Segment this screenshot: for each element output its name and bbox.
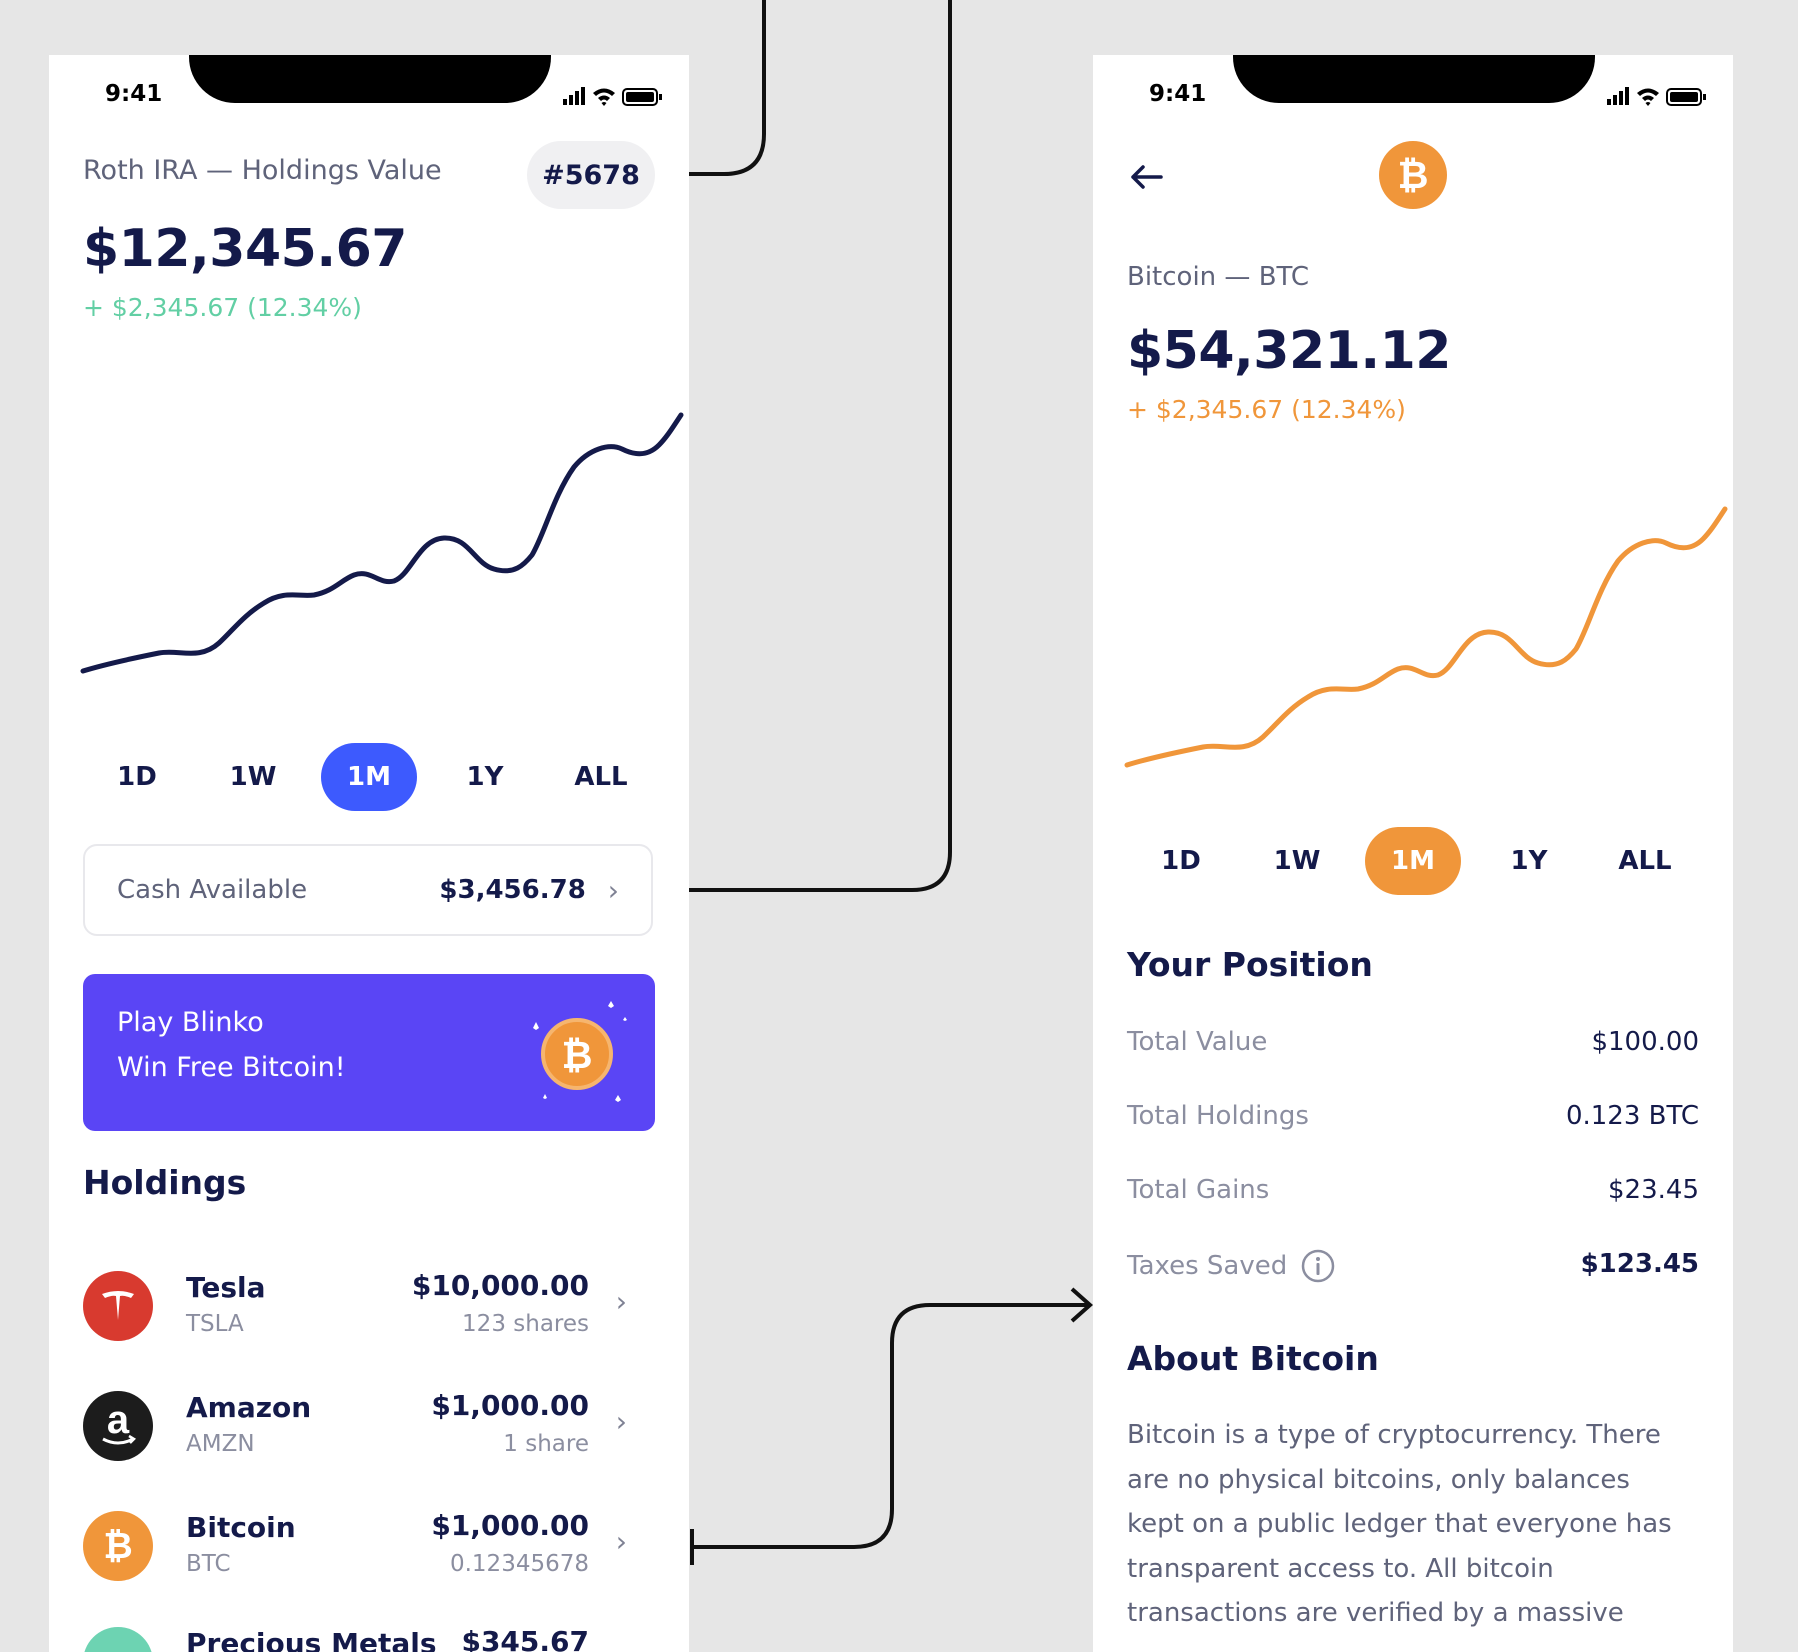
range-1y[interactable]: 1Y xyxy=(437,743,533,811)
range-1d[interactable]: 1D xyxy=(89,743,185,811)
holding-ticker: TSLA xyxy=(186,1311,244,1337)
signal-icon xyxy=(1607,87,1629,105)
portfolio-screen: 9:41 Roth IRA — Holdings Value #5678 $12… xyxy=(49,55,689,1652)
phone-notch xyxy=(189,55,551,103)
back-arrow-icon[interactable] xyxy=(1127,157,1167,197)
range-1w[interactable]: 1W xyxy=(1249,827,1345,895)
bitcoin-sparkle-icon: ₿ xyxy=(533,1001,627,1102)
holding-row-precious-metals[interactable]: Precious Metals $345.67 xyxy=(83,1613,663,1652)
amazon-logo-icon: a xyxy=(83,1391,153,1461)
position-row-total-value: Total Value $100.00 xyxy=(1127,1027,1699,1057)
portfolio-range-selector: 1D 1W 1M 1Y ALL xyxy=(89,743,669,811)
range-1y[interactable]: 1Y xyxy=(1481,827,1577,895)
about-section-title: About Bitcoin xyxy=(1127,1339,1379,1378)
svg-text:a: a xyxy=(107,1401,130,1442)
holding-quantity: 123 shares xyxy=(462,1311,589,1337)
chevron-right-icon: › xyxy=(615,1285,627,1318)
position-label: Total Holdings xyxy=(1127,1101,1309,1131)
bitcoin-price-chart xyxy=(1124,506,1728,768)
bitcoin-detail-screen: 9:41 ₿ Bitcoin — BTC $54,321.12 + $2,345… xyxy=(1093,55,1733,1652)
cash-available-row[interactable]: Cash Available $3,456.78 › xyxy=(83,844,653,936)
info-icon[interactable] xyxy=(1301,1249,1335,1283)
connector-bitcoin-holding xyxy=(692,1303,1090,1549)
position-value: $23.45 xyxy=(1608,1175,1699,1205)
position-section-title: Your Position xyxy=(1127,945,1373,984)
battery-icon xyxy=(1666,88,1706,106)
status-icons xyxy=(563,87,662,106)
about-description: Bitcoin is a type of cryptocurrency. The… xyxy=(1127,1420,1672,1628)
holding-ticker: BTC xyxy=(186,1551,231,1577)
wifi-icon xyxy=(1637,88,1659,106)
asset-range-selector: 1D 1W 1M 1Y ALL xyxy=(1133,827,1713,895)
asset-title: Bitcoin — BTC xyxy=(1127,262,1310,292)
holdings-change: + $2,345.67 (12.34%) xyxy=(83,293,362,322)
holding-name: Amazon xyxy=(186,1391,312,1424)
range-1m[interactable]: 1M xyxy=(1365,827,1461,895)
account-title: Roth IRA — Holdings Value xyxy=(83,155,442,186)
bitcoin-logo-icon: ₿ xyxy=(1379,141,1447,209)
holdings-section-title: Holdings xyxy=(83,1163,247,1202)
portfolio-chart-line xyxy=(80,412,684,674)
chevron-right-icon: › xyxy=(615,1525,627,1558)
holding-row-amazon[interactable]: a Amazon AMZN $1,000.00 1 share › xyxy=(83,1377,663,1481)
holding-value: $1,000.00 xyxy=(431,1509,589,1542)
holding-name: Bitcoin xyxy=(186,1511,296,1544)
bitcoin-price-chart-line xyxy=(1124,506,1728,768)
holding-quantity: 0.12345678 xyxy=(449,1551,589,1577)
holding-ticker: AMZN xyxy=(186,1431,255,1457)
position-label: Total Value xyxy=(1127,1027,1268,1057)
asset-value: $54,321.12 xyxy=(1127,321,1451,381)
precious-metals-icon xyxy=(83,1627,153,1652)
range-1d[interactable]: 1D xyxy=(1133,827,1229,895)
cash-available-label: Cash Available xyxy=(117,875,308,905)
position-row-taxes-saved: Taxes Saved $123.45 xyxy=(1127,1249,1699,1283)
signal-icon xyxy=(563,87,585,105)
wifi-icon xyxy=(593,88,615,106)
holdings-value: $12,345.67 xyxy=(83,219,407,279)
range-1m[interactable]: 1M xyxy=(321,743,417,811)
holding-name: Precious Metals xyxy=(186,1627,437,1652)
promo-line-2: Win Free Bitcoin! xyxy=(117,1052,346,1083)
position-row-total-gains: Total Gains $23.45 xyxy=(1127,1175,1699,1205)
phone-notch xyxy=(1233,55,1595,103)
status-time: 9:41 xyxy=(105,81,163,107)
position-row-total-holdings: Total Holdings 0.123 BTC xyxy=(1127,1101,1699,1131)
position-value: $100.00 xyxy=(1591,1027,1699,1057)
account-number-badge[interactable]: #5678 xyxy=(527,141,655,209)
battery-icon xyxy=(622,88,662,106)
svg-text:₿: ₿ xyxy=(562,1033,593,1077)
position-value: 0.123 BTC xyxy=(1565,1101,1699,1131)
range-all[interactable]: ALL xyxy=(1597,827,1693,895)
range-1w[interactable]: 1W xyxy=(205,743,301,811)
holding-quantity: 1 share xyxy=(503,1431,589,1457)
holding-value: $345.67 xyxy=(461,1625,589,1652)
promo-line-1: Play Blinko xyxy=(117,1007,264,1038)
holding-value: $10,000.00 xyxy=(411,1269,589,1302)
connector-cash-row xyxy=(658,0,952,892)
status-icons xyxy=(1607,87,1706,106)
holding-row-tesla[interactable]: Tesla TSLA $10,000.00 123 shares › xyxy=(83,1257,663,1361)
position-label: Total Gains xyxy=(1127,1175,1270,1205)
holding-value: $1,000.00 xyxy=(431,1389,589,1422)
blinko-promo-banner[interactable]: Play Blinko Win Free Bitcoin! ₿ xyxy=(83,974,655,1131)
chevron-right-icon: › xyxy=(615,1405,627,1438)
status-time: 9:41 xyxy=(1149,81,1207,107)
portfolio-chart xyxy=(80,412,684,674)
tesla-logo-icon xyxy=(83,1271,153,1341)
position-value: $123.45 xyxy=(1580,1249,1699,1279)
holding-row-bitcoin[interactable]: ₿ Bitcoin BTC $1,000.00 0.12345678 › xyxy=(83,1497,663,1601)
position-label: Taxes Saved xyxy=(1127,1251,1288,1281)
asset-change: + $2,345.67 (12.34%) xyxy=(1127,395,1406,424)
bitcoin-logo-icon: ₿ xyxy=(83,1511,153,1581)
chevron-right-icon: › xyxy=(607,873,619,907)
holding-name: Tesla xyxy=(186,1271,266,1304)
range-all[interactable]: ALL xyxy=(553,743,649,811)
cash-available-value: $3,456.78 xyxy=(439,875,586,905)
